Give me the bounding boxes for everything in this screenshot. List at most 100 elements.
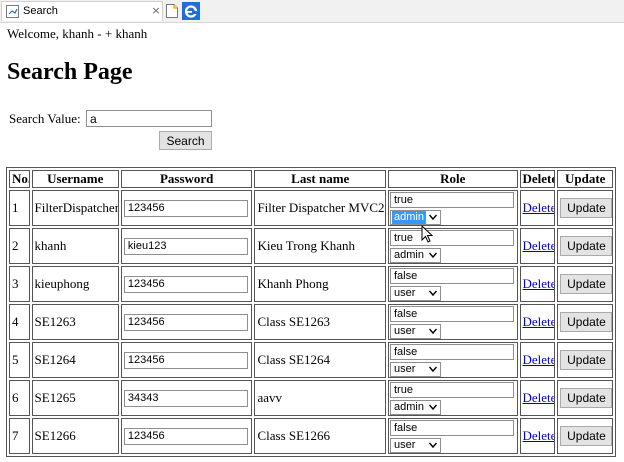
update-button[interactable]: Update (560, 236, 613, 256)
last-name-text: Class SE1266 (257, 428, 331, 443)
delete-link[interactable]: Delete (523, 200, 555, 215)
role-flag-field[interactable] (390, 267, 514, 284)
role-cell: admin (388, 190, 518, 226)
role-cell: admin (388, 228, 518, 264)
delete-link[interactable]: Delete (523, 314, 555, 329)
last-name-cell: Filter Dispatcher MVC2 (254, 190, 386, 226)
browser-tab-search[interactable]: Search × (1, 1, 163, 21)
header-delete: Delete (519, 170, 556, 188)
role-flag-field[interactable] (390, 305, 514, 322)
update-cell: Update (557, 266, 613, 302)
update-button[interactable]: Update (560, 426, 613, 446)
role-flag-field[interactable] (390, 191, 514, 208)
chevron-down-icon (429, 214, 437, 220)
update-button[interactable]: Update (560, 312, 613, 332)
update-button[interactable]: Update (560, 274, 613, 294)
last-name-text: Kieu Trong Khanh (257, 238, 355, 253)
password-field[interactable] (123, 389, 248, 407)
search-button[interactable]: Search (159, 131, 212, 150)
update-button[interactable]: Update (560, 350, 613, 370)
delete-link[interactable]: Delete (523, 352, 555, 367)
username-cell: SE1264 (31, 342, 119, 378)
role-select[interactable]: user (390, 437, 441, 453)
role-select[interactable]: admin (390, 209, 441, 225)
update-button[interactable]: Update (560, 388, 613, 408)
role-select[interactable]: user (390, 323, 441, 339)
tab-title: Search (23, 5, 58, 17)
role-select-value: admin (392, 210, 426, 224)
password-field[interactable] (123, 275, 248, 293)
role-flag-field[interactable] (390, 229, 514, 246)
username-cell: khanh (31, 228, 119, 264)
role-select-value: user (394, 286, 416, 299)
last-name-text: aavv (257, 390, 282, 405)
password-cell (120, 228, 253, 264)
chevron-down-icon (429, 404, 437, 410)
role-flag-field[interactable] (390, 419, 514, 436)
role-flag-field[interactable] (390, 381, 514, 398)
update-cell: Update (557, 228, 613, 264)
search-input[interactable] (86, 110, 212, 127)
table-row: 4 SE1263 Class SE1263 user Delete Update (9, 304, 613, 340)
row-number: 4 (9, 304, 30, 340)
role-select[interactable]: admin (390, 399, 441, 415)
role-select-value: user (394, 438, 416, 451)
header-role: Role (388, 170, 518, 188)
role-cell: user (388, 342, 518, 378)
last-name-text: Filter Dispatcher MVC2 (257, 200, 385, 215)
role-select-value: admin (394, 248, 424, 261)
delete-cell: Delete (519, 418, 556, 454)
page-title: Search Page (7, 59, 133, 85)
password-cell (120, 304, 253, 340)
password-field[interactable] (123, 313, 248, 331)
browser-tab-bar: Search × (0, 0, 624, 23)
update-button[interactable]: Update (560, 198, 613, 218)
header-last-name: Last name (254, 170, 386, 188)
role-select-value: user (394, 324, 416, 337)
chevron-down-icon (429, 366, 437, 372)
delete-cell: Delete (519, 304, 556, 340)
role-flag-field[interactable] (390, 343, 514, 360)
last-name-text: Class SE1264 (257, 352, 331, 367)
role-select[interactable]: admin (390, 247, 441, 263)
role-select[interactable]: user (390, 361, 441, 377)
row-number: 5 (9, 342, 30, 378)
password-field[interactable] (123, 427, 248, 445)
delete-link[interactable]: Delete (523, 276, 555, 291)
table-row: 3 kieuphong Khanh Phong user Delete Upda… (9, 266, 613, 302)
update-cell: Update (557, 304, 613, 340)
close-icon[interactable]: × (150, 3, 162, 19)
table-row: 2 khanh Kieu Trong Khanh admin Delete Up… (9, 228, 613, 264)
delete-cell: Delete (519, 380, 556, 416)
chevron-down-icon (429, 252, 437, 258)
delete-link[interactable]: Delete (523, 390, 555, 405)
username-cell: SE1266 (31, 418, 119, 454)
role-select[interactable]: user (390, 285, 441, 301)
new-page-icon[interactable] (166, 4, 178, 18)
username-cell: SE1263 (31, 304, 119, 340)
role-select-value: admin (394, 400, 424, 413)
last-name-text: Class SE1263 (257, 314, 331, 329)
last-name-cell: Khanh Phong (254, 266, 386, 302)
header-update: Update (557, 170, 613, 188)
password-field[interactable] (123, 351, 248, 369)
password-field[interactable] (123, 199, 248, 217)
header-password: Password (120, 170, 253, 188)
table-row: 5 SE1264 Class SE1264 user Delete Update (9, 342, 613, 378)
delete-link[interactable]: Delete (523, 238, 555, 253)
password-cell (120, 380, 253, 416)
update-cell: Update (557, 190, 613, 226)
last-name-cell: Class SE1263 (254, 304, 386, 340)
delete-cell: Delete (519, 190, 556, 226)
delete-cell: Delete (519, 342, 556, 378)
internet-explorer-icon[interactable] (182, 2, 200, 20)
results-table: No. Username Password Last name Role Del… (6, 167, 616, 457)
last-name-cell: aavv (254, 380, 386, 416)
password-cell (120, 342, 253, 378)
password-field[interactable] (123, 237, 248, 255)
delete-link[interactable]: Delete (523, 428, 555, 443)
welcome-message: Welcome, khanh - + khanh (7, 26, 148, 41)
table-row: 6 SE1265 aavv admin Delete Update (9, 380, 613, 416)
delete-cell: Delete (519, 228, 556, 264)
delete-cell: Delete (519, 266, 556, 302)
